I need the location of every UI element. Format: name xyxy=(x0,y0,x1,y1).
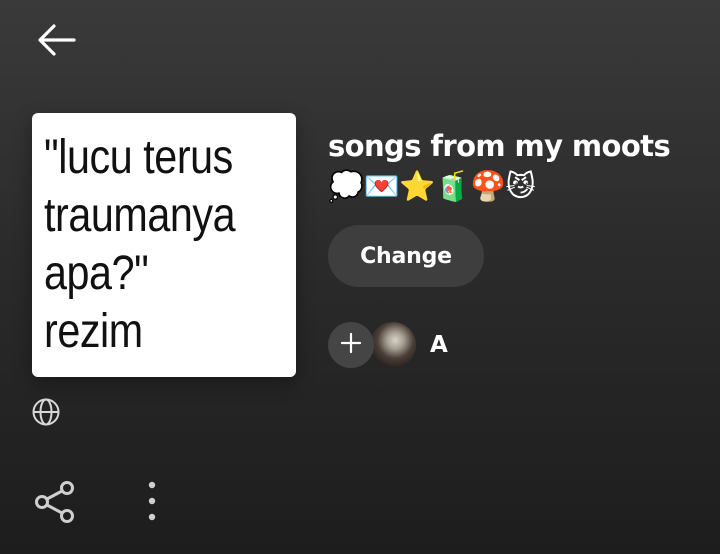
plus-icon xyxy=(339,331,363,359)
playlist-title: songs from my moots 💭💌⭐🧃🍄😼 xyxy=(328,129,671,203)
owner-avatar[interactable] xyxy=(370,322,416,368)
globe-icon xyxy=(31,397,61,427)
add-collaborator-button[interactable] xyxy=(328,322,374,368)
share-icon xyxy=(32,481,78,529)
share-button[interactable] xyxy=(32,479,78,525)
collaborators-row: A xyxy=(328,320,448,370)
cover-text: "lucu terus traumanya apa?" rezim xyxy=(44,131,236,358)
change-button[interactable]: Change xyxy=(328,225,484,287)
arrow-left-icon xyxy=(34,18,78,66)
playlist-cover: "lucu terus traumanya apa?" rezim xyxy=(32,113,296,377)
owner-name[interactable]: A xyxy=(430,332,448,358)
more-options-button[interactable] xyxy=(130,478,174,526)
back-button[interactable] xyxy=(30,18,82,66)
more-vertical-icon xyxy=(130,481,174,530)
